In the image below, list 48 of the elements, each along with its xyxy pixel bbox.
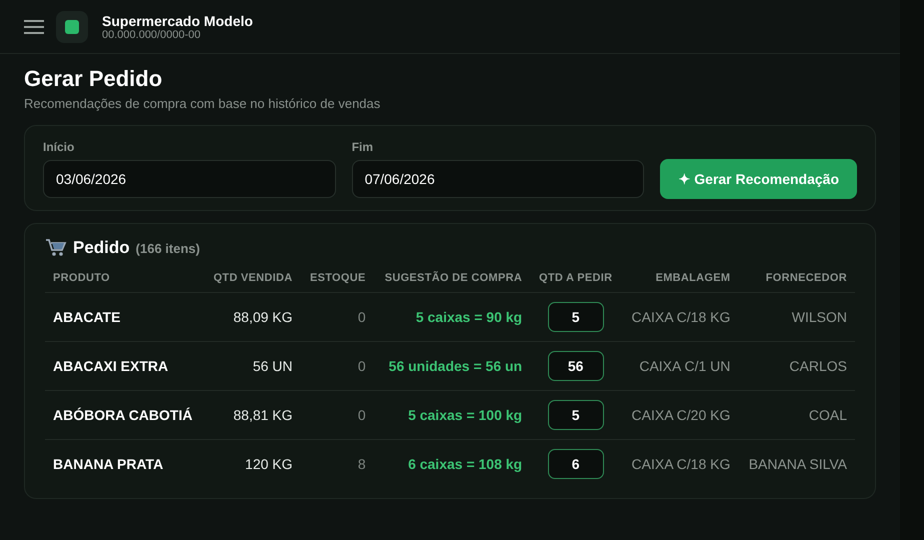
page-title: Gerar Pedido: [24, 66, 164, 92]
column-header: ESTOQUE: [300, 266, 374, 292]
column-header: FORNECEDOR: [738, 266, 855, 292]
stock-value: 0: [300, 390, 374, 440]
date-field[interactable]: 07/06/2026: [352, 160, 644, 198]
product-name: ABACATE: [45, 292, 204, 342]
date-field[interactable]: 03/06/2026: [43, 160, 336, 198]
purchase-suggestion: 56 unidades = 56 un: [374, 342, 530, 390]
packaging-text: CAIXA C/18 KG: [621, 440, 738, 488]
supplier-name: CARLOS: [738, 342, 855, 390]
field-label: Início: [43, 140, 76, 154]
purchase-suggestion: 5 caixas = 100 kg: [374, 390, 530, 440]
logo-icon: [56, 10, 88, 42]
sold-quantity: 88,81 KG: [204, 390, 301, 440]
product-name: ABACAXI EXTRA: [45, 342, 204, 390]
sold-quantity: 120 KG: [204, 440, 301, 488]
sold-quantity: 56 UN: [204, 342, 301, 390]
packaging-text: CAIXA C/1 UN: [621, 342, 738, 390]
quantity-field[interactable]: 6: [548, 449, 604, 479]
supplier-name: BANANA SILVA: [738, 440, 855, 488]
section-title: Pedido: [73, 238, 130, 258]
quantity-field[interactable]: 5: [548, 400, 604, 430]
column-header: QTD VENDIDA: [204, 266, 301, 292]
quantity-field[interactable]: 5: [548, 302, 604, 332]
field-label: Fim: [352, 140, 374, 154]
page-subtitle: Recomendações de compra com base no histórico de vendas: [24, 96, 382, 111]
cart-icon: [45, 238, 67, 258]
company-name: Supermercado Modelo: [102, 12, 253, 28]
supplier-name: WILSON: [738, 292, 855, 342]
packaging-text: CAIXA C/18 KG: [621, 292, 738, 342]
column-header: PRODUTO: [45, 266, 204, 292]
column-header: QTD A PEDIR: [530, 266, 622, 292]
company-document: 00.000.000/0000-00: [102, 28, 202, 40]
supplier-name: COAL: [738, 390, 855, 440]
product-name: ABÓBORA CABOTIÁ: [45, 390, 204, 440]
purchase-suggestion: 5 caixas = 90 kg: [374, 292, 530, 342]
packaging-text: CAIXA C/20 KG: [621, 390, 738, 440]
menu-icon[interactable]: [24, 18, 44, 34]
sold-quantity: 88,09 KG: [204, 292, 301, 342]
purchase-suggestion: 6 caixas = 108 kg: [374, 440, 530, 488]
stock-value: 0: [300, 342, 374, 390]
column-header: EMBALAGEM: [621, 266, 738, 292]
column-header: SUGESTÃO DE COMPRA: [374, 266, 530, 292]
item-count: (166 itens): [136, 240, 200, 256]
stock-value: 8: [300, 440, 374, 488]
stock-value: 0: [300, 292, 374, 342]
quantity-field[interactable]: 56: [548, 351, 604, 381]
product-name: BANANA PRATA: [45, 440, 204, 488]
